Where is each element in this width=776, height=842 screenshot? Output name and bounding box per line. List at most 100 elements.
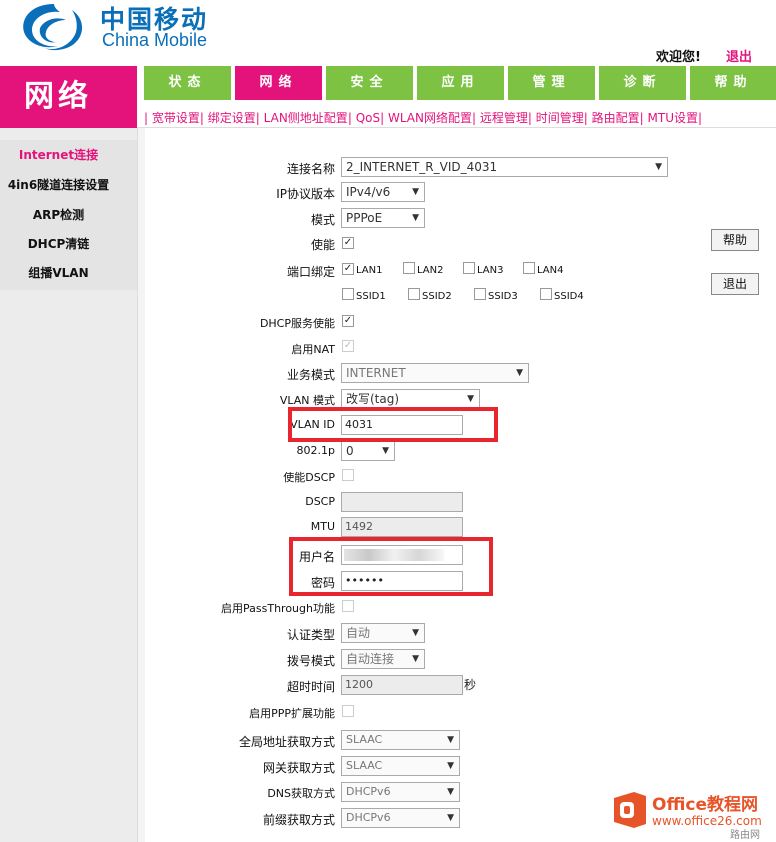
conn-name-label: 连接名称 <box>286 162 335 176</box>
mtu-input[interactable]: 1492 <box>341 517 463 537</box>
ssid3-checkbox[interactable] <box>474 288 486 300</box>
submenu-binding[interactable]: 绑定设置 <box>208 111 256 125</box>
sidebar-item-arp[interactable]: ARP检测 <box>0 206 127 223</box>
chevron-down-icon: ▼ <box>467 394 474 404</box>
chevron-down-icon: ▼ <box>412 213 419 223</box>
conn-name-select[interactable]: 2_INTERNET_R_VID_4031 ▼ <box>341 157 668 177</box>
passthrough-label: 启用PassThrough功能 <box>221 602 335 615</box>
dscp-label: DSCP <box>305 495 335 508</box>
sidebar-item-4in6[interactable]: 4in6隧道连接设置 <box>0 176 127 193</box>
ssid2-label: SSID2 <box>422 291 452 302</box>
lan3-label: LAN3 <box>477 265 504 276</box>
logout-link[interactable]: 退出 <box>726 46 752 65</box>
prefix-select[interactable]: DHCPv6 ▼ <box>341 808 460 828</box>
content-divider <box>137 128 145 842</box>
ssid4-checkbox[interactable] <box>540 288 552 300</box>
ssid1-checkbox[interactable] <box>342 288 354 300</box>
sidebar-item-dhcp[interactable]: DHCP清链 <box>0 235 127 252</box>
submenu-broadband[interactable]: 宽带设置 <box>152 111 200 125</box>
chevron-down-icon: ▼ <box>447 761 454 771</box>
global-addr-label: 全局地址获取方式 <box>238 735 335 749</box>
dscp-input[interactable] <box>341 492 463 512</box>
submenu-remote[interactable]: 远程管理 <box>480 111 528 125</box>
lan1-checkbox[interactable]: ✓ <box>342 263 354 275</box>
passthrough-checkbox[interactable] <box>342 600 354 612</box>
lan3-checkbox[interactable] <box>463 262 475 274</box>
lan1-label: LAN1 <box>356 265 383 276</box>
enable-checkbox[interactable]: ✓ <box>342 237 354 249</box>
chevron-down-icon: ▼ <box>382 446 389 456</box>
dial-mode-label: 拨号模式 <box>286 654 335 668</box>
ssid2-checkbox[interactable] <box>408 288 420 300</box>
brand-en: China Mobile <box>102 30 208 50</box>
menu-application[interactable]: 应用 <box>417 66 504 100</box>
chevron-down-icon: ▼ <box>655 162 662 172</box>
global-addr-select[interactable]: SLAAC ▼ <box>341 730 460 750</box>
submenu-mtu[interactable]: MTU设置 <box>648 111 698 125</box>
enable-label: 使能 <box>310 238 335 252</box>
lan2-checkbox[interactable] <box>403 262 415 274</box>
submenu-qos[interactable]: QoS <box>356 111 380 125</box>
dscp-enable-checkbox[interactable] <box>342 469 354 481</box>
menu-diagnose[interactable]: 诊断 <box>599 66 686 100</box>
sidebar-item-multicast-vlan[interactable]: 组播VLAN <box>0 264 127 281</box>
submenu: | 宽带设置| 绑定设置| LAN侧地址配置| QoS| WLAN网络配置| 远… <box>144 111 703 125</box>
port-bind-label: 端口绑定 <box>286 265 335 279</box>
ppp-ext-checkbox[interactable] <box>342 705 354 717</box>
chevron-down-icon: ▼ <box>412 654 419 664</box>
sidebar-list: Internet连接 4in6隧道连接设置 ARP检测 DHCP清链 组播VLA… <box>0 140 137 290</box>
dial-mode-select[interactable]: 自动连接 ▼ <box>341 649 425 669</box>
dns-select[interactable]: DHCPv6 ▼ <box>341 782 460 802</box>
menu-network[interactable]: 网络 <box>235 66 322 100</box>
submenu-wlan[interactable]: WLAN网络配置 <box>388 111 472 125</box>
timeout-label: 超时时间 <box>286 680 335 694</box>
auth-type-select[interactable]: 自动 ▼ <box>341 623 425 643</box>
logout-button[interactable]: 退出 <box>711 273 759 295</box>
lan4-checkbox[interactable] <box>523 262 535 274</box>
mode-select[interactable]: PPPoE ▼ <box>341 208 425 228</box>
office-logo-icon <box>614 792 646 828</box>
chevron-down-icon: ▼ <box>516 368 523 378</box>
submenu-time[interactable]: 时间管理 <box>536 111 584 125</box>
dhcp-checkbox[interactable]: ✓ <box>342 315 354 327</box>
ssid1-label: SSID1 <box>356 291 386 302</box>
china-mobile-logo-icon <box>23 4 83 51</box>
dot1p-select[interactable]: 0 ▼ <box>341 441 395 461</box>
dot1p-label: 802.1p <box>296 444 335 457</box>
service-mode-label: 业务模式 <box>286 368 335 382</box>
ssid4-label: SSID4 <box>554 291 584 302</box>
gateway-select[interactable]: SLAAC ▼ <box>341 756 460 776</box>
timeout-input[interactable]: 1200 <box>341 675 463 695</box>
ppp-ext-label: 启用PPP扩展功能 <box>249 707 335 720</box>
chevron-down-icon: ▼ <box>412 628 419 638</box>
vlan-mode-select[interactable]: 改写(tag) ▼ <box>341 389 480 409</box>
mtu-label: MTU <box>310 520 335 533</box>
auth-type-label: 认证类型 <box>286 628 335 642</box>
menu-status[interactable]: 状态 <box>144 66 231 100</box>
sidebar-item-internet[interactable]: Internet连接 <box>0 146 127 163</box>
menu-security[interactable]: 安全 <box>326 66 413 100</box>
ip-version-select[interactable]: IPv4/v6 ▼ <box>341 182 425 202</box>
lan2-label: LAN2 <box>417 265 444 276</box>
nat-checkbox[interactable]: ✓ <box>342 340 354 352</box>
service-mode-select[interactable]: INTERNET ▼ <box>341 363 529 383</box>
submenu-route[interactable]: 路由配置 <box>592 111 640 125</box>
dhcp-label: DHCP服务使能 <box>259 317 335 330</box>
vlan-mode-label: VLAN 模式 <box>279 394 335 407</box>
menu-management[interactable]: 管理 <box>508 66 595 100</box>
nat-label: 启用NAT <box>291 343 335 356</box>
credentials-highlight <box>289 537 493 596</box>
china-mobile-logo: 中国移动 China Mobile <box>14 0 214 56</box>
prefix-label: 前缀获取方式 <box>262 813 335 827</box>
section-title: 网络 <box>0 66 137 128</box>
vlan-id-highlight <box>288 407 498 442</box>
chevron-down-icon: ▼ <box>412 187 419 197</box>
help-button[interactable]: 帮助 <box>711 229 759 251</box>
top-menu: 状态 网络 安全 应用 管理 诊断 帮助 <box>144 66 776 100</box>
ssid3-label: SSID3 <box>488 291 518 302</box>
watermark-tag: 路由网 <box>730 830 760 841</box>
chevron-down-icon: ▼ <box>447 787 454 797</box>
menu-help[interactable]: 帮助 <box>690 66 776 100</box>
watermark: Office教程网 www.office26.com 路由网 <box>610 788 770 841</box>
submenu-lan-address[interactable]: LAN侧地址配置 <box>264 111 348 125</box>
